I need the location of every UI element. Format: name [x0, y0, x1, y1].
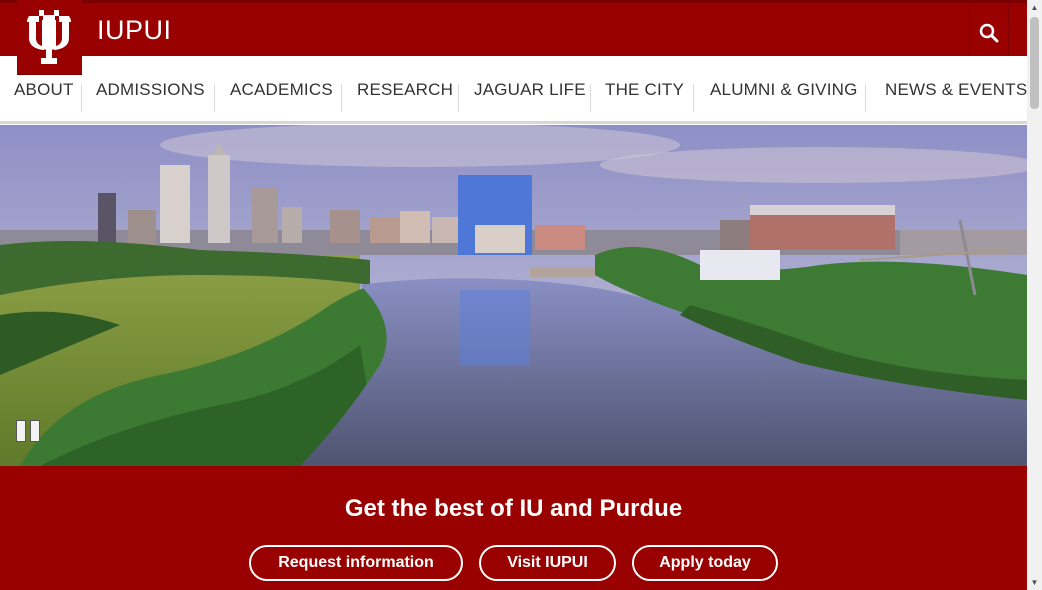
visit-iupui-button[interactable]: Visit IUPUI — [479, 545, 616, 581]
pause-icon — [30, 420, 40, 442]
nav-separator — [458, 84, 459, 112]
nav-separator — [214, 84, 215, 112]
header-bar: IUPUI — [0, 0, 1027, 59]
nav-separator — [590, 84, 591, 112]
pause-button[interactable] — [16, 420, 40, 442]
nav-item-alumni-giving[interactable]: ALUMNI & GIVING — [710, 56, 858, 124]
skyline-river-photo — [0, 125, 1027, 466]
request-information-button[interactable]: Request information — [249, 545, 463, 581]
apply-today-button[interactable]: Apply today — [632, 545, 778, 581]
nav-item-admissions[interactable]: ADMISSIONS — [96, 56, 205, 124]
nav-item-research[interactable]: RESEARCH — [357, 56, 453, 124]
main-nav: ABOUT ADMISSIONS ACADEMICS RESEARCH JAGU… — [0, 56, 1027, 124]
search-button[interactable] — [969, 6, 1009, 59]
search-icon — [979, 23, 999, 42]
hero-image — [0, 125, 1027, 466]
nav-item-jaguar-life[interactable]: JAGUAR LIFE — [474, 56, 586, 124]
scroll-down-arrow-icon[interactable]: ▼ — [1027, 575, 1042, 590]
nav-separator — [341, 84, 342, 112]
cta-band: Get the best of IU and Purdue Request in… — [0, 466, 1027, 590]
nav-item-academics[interactable]: ACADEMICS — [230, 56, 333, 124]
scroll-thumb[interactable] — [1030, 17, 1039, 109]
nav-separator — [81, 84, 82, 112]
pause-icon — [16, 420, 26, 442]
site-name[interactable]: IUPUI — [97, 15, 172, 46]
nav-separator — [693, 84, 694, 112]
iu-logo[interactable] — [17, 0, 82, 75]
nav-item-news-events[interactable]: NEWS & EVENTS — [885, 56, 1027, 124]
trident-icon — [27, 10, 71, 64]
nav-separator — [865, 84, 866, 112]
scrollbar[interactable]: ▲ ▼ — [1027, 0, 1042, 590]
nav-item-the-city[interactable]: THE CITY — [605, 56, 684, 124]
scroll-up-arrow-icon[interactable]: ▲ — [1027, 0, 1042, 15]
cta-title: Get the best of IU and Purdue — [344, 495, 683, 522]
